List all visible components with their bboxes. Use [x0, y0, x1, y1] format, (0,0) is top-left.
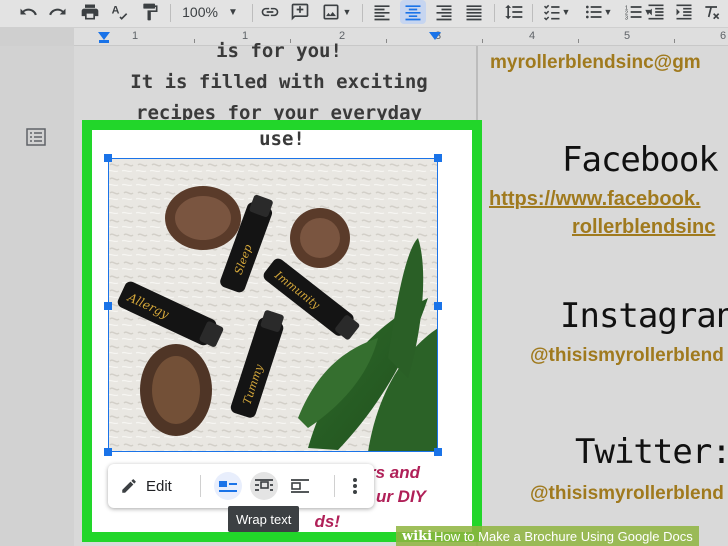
toolbar-divider — [170, 4, 171, 22]
resize-handle-right[interactable] — [434, 302, 442, 310]
chevron-down-icon: ▼ — [603, 7, 613, 17]
inline-button[interactable] — [214, 472, 242, 500]
more-vert-icon — [353, 478, 357, 494]
twitter-handle: @thisismyrollerblend — [530, 483, 724, 504]
svg-text:3: 3 — [624, 16, 627, 22]
resize-handle-top-left[interactable] — [104, 154, 112, 162]
print-icon[interactable] — [78, 0, 102, 24]
edit-label: Edit — [146, 477, 172, 495]
ruler-number: 5 — [624, 30, 631, 42]
body-text: is for you! It is filled with exciting r… — [84, 36, 474, 129]
body-line: It is filled with exciting — [130, 71, 428, 93]
image-selection-border — [108, 158, 438, 452]
caption-line: ds! — [314, 512, 341, 531]
ruler-tick — [482, 39, 483, 43]
caption-line: rs and — [368, 463, 420, 482]
caption-line: ur DIY — [375, 487, 426, 506]
resize-handle-left[interactable] — [104, 302, 112, 310]
body-line: use! — [259, 128, 305, 150]
toolbar-divider — [532, 4, 533, 22]
image-options-toolbar: Edit — [108, 464, 374, 508]
toolbar-divider — [200, 475, 201, 497]
link-icon[interactable] — [258, 0, 282, 24]
bulleted-list-icon[interactable]: ▼ — [580, 0, 616, 24]
chevron-down-icon: ▼ — [342, 7, 352, 17]
more-options-button[interactable] — [342, 472, 368, 500]
insert-image-icon[interactable]: ▼ — [318, 0, 354, 24]
break-text-button[interactable] — [286, 472, 314, 500]
decrease-indent-icon[interactable] — [644, 0, 668, 24]
ruler-number: 4 — [529, 30, 536, 42]
wrap-text-button[interactable] — [250, 472, 278, 500]
inline-icon — [219, 481, 237, 492]
wrap-text-icon — [255, 479, 273, 491]
paint-format-icon[interactable] — [138, 0, 162, 24]
align-center-icon[interactable] — [400, 0, 426, 24]
add-comment-icon[interactable] — [288, 0, 312, 24]
instagram-heading: Instagran — [560, 296, 728, 336]
toolbar-divider — [334, 475, 335, 497]
line-spacing-icon[interactable] — [502, 0, 526, 24]
chevron-down-icon: ▼ — [561, 7, 571, 17]
ruler-tick — [674, 39, 675, 43]
watermark-brand: wiki — [402, 528, 433, 544]
checklist-icon[interactable]: ▼ — [538, 0, 574, 24]
left-margin — [0, 46, 74, 546]
chevron-down-icon: ▼ — [227, 6, 238, 18]
ruler-tick — [578, 39, 579, 43]
watermark-text: How to Make a Brochure Using Google Docs — [434, 528, 693, 544]
pencil-icon — [122, 479, 136, 493]
zoom-value: 100% — [182, 4, 218, 20]
twitter-heading: Twitter: — [575, 432, 728, 472]
document-outline-icon[interactable] — [26, 128, 46, 146]
toolbar-divider — [494, 4, 495, 22]
undo-icon[interactable] — [16, 0, 40, 24]
svg-text:A: A — [112, 5, 120, 17]
toolbar-divider — [252, 4, 253, 22]
ruler-number: 6 — [720, 30, 727, 42]
contact-email: myrollerblendsinc@gm — [490, 52, 701, 73]
docs-toolbar: A 100% ▼ ▼ ▼ ▼ 123 ▼ — [0, 0, 728, 28]
body-line: is for you! — [216, 40, 342, 62]
zoom-select[interactable]: 100% ▼ — [180, 0, 240, 24]
toolbar-divider — [362, 4, 363, 22]
facebook-link-continued[interactable]: rollerblendsinc — [572, 216, 715, 239]
clear-formatting-icon[interactable] — [700, 0, 724, 24]
resize-handle-bottom-right[interactable] — [434, 448, 442, 456]
facebook-heading: Facebook — [562, 140, 719, 180]
spellcheck-icon[interactable]: A — [108, 0, 132, 24]
justify-icon[interactable] — [462, 0, 486, 24]
align-left-icon[interactable] — [370, 0, 394, 24]
wrap-text-tooltip: Wrap text — [228, 506, 300, 532]
redo-icon[interactable] — [46, 0, 70, 24]
align-right-icon[interactable] — [432, 0, 456, 24]
resize-handle-top-right[interactable] — [434, 154, 442, 162]
facebook-link[interactable]: https://www.facebook. — [489, 188, 701, 211]
break-text-icon — [291, 479, 309, 493]
wikihow-watermark: wiki How to Make a Brochure Using Google… — [396, 526, 699, 546]
instagram-handle: @thisismyrollerblend — [530, 345, 724, 366]
increase-indent-icon[interactable] — [672, 0, 696, 24]
edit-image-button[interactable]: Edit — [120, 472, 172, 500]
resize-handle-bottom-left[interactable] — [104, 448, 112, 456]
